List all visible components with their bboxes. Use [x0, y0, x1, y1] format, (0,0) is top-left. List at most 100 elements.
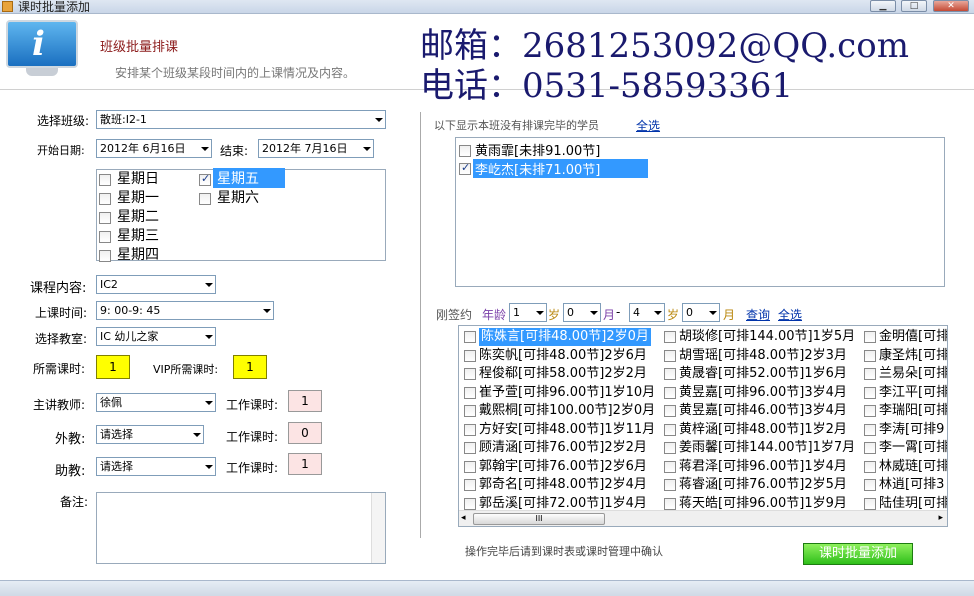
age-label: 年龄: [482, 308, 507, 322]
foreign-work-input[interactable]: 0: [288, 422, 322, 444]
start-date-picker[interactable]: 2012年 6月16日: [96, 139, 212, 158]
weekday-checkbox-sat[interactable]: [199, 193, 211, 205]
class-select[interactable]: 散班:I2-1: [96, 110, 386, 129]
header-subtitle: 安排某个班级某段时间内的上课情况及内容。: [115, 66, 356, 80]
grid-item-label: 黄梓涵[可排48.00节]1岁2月: [679, 421, 847, 437]
grid-item-label: 姜雨馨[可排144.00节]1岁7月: [679, 440, 856, 455]
grid-item-checkbox[interactable]: [864, 479, 876, 491]
foreign-teacher-select[interactable]: 请选择: [96, 425, 204, 444]
assistant-select[interactable]: 请选择: [96, 457, 216, 476]
vip-hours-input[interactable]: 1: [233, 355, 267, 379]
grid-item-checkbox[interactable]: [864, 368, 876, 380]
memo-scrollbar[interactable]: [371, 493, 385, 563]
scrollbar-thumb[interactable]: III: [473, 513, 605, 525]
grid-item-label: 黄昱嘉[可排96.00节]3岁4月: [679, 384, 847, 400]
minimize-button[interactable]: ▁: [870, 0, 896, 12]
grid-item-checkbox[interactable]: [664, 405, 676, 417]
time-value: 9: 00-9: 45: [100, 304, 161, 317]
batch-add-button[interactable]: 课时批量添加: [803, 543, 913, 565]
grid-item-checkbox[interactable]: [864, 497, 876, 510]
age-to-year[interactable]: 4: [629, 303, 665, 322]
grid-item-checkbox[interactable]: [864, 331, 876, 343]
weekday-label: 星期一: [117, 190, 159, 206]
grid-item-checkbox[interactable]: [664, 497, 676, 510]
foreign-teacher-label: 外教:: [55, 432, 86, 447]
grid-item-label: 戴熙桐[可排100.00节]2岁0月: [479, 403, 656, 418]
teacher-select[interactable]: 徐佩: [96, 393, 216, 412]
select-all-link-2[interactable]: 全选: [778, 306, 802, 323]
grid-item-checkbox[interactable]: [464, 460, 476, 473]
close-button[interactable]: ✕: [933, 0, 969, 12]
grid-item-checkbox[interactable]: [664, 460, 676, 473]
query-link[interactable]: 查询: [746, 306, 770, 323]
student-checkbox[interactable]: [459, 145, 471, 157]
student-item[interactable]: 黄雨霏[未排91.00节]: [475, 140, 600, 159]
select-all-link[interactable]: 全选: [636, 117, 660, 134]
grid-item-checkbox[interactable]: [864, 460, 876, 473]
grid-item-checkbox[interactable]: [664, 349, 676, 362]
maximize-button[interactable]: □: [901, 0, 927, 12]
grid-item-checkbox[interactable]: [464, 349, 476, 362]
hours-label: 所需课时:: [33, 362, 86, 376]
weekday-checkbox-tue[interactable]: [99, 212, 111, 224]
weekday-checkbox-wed[interactable]: [99, 231, 111, 243]
grid-item-checkbox[interactable]: [864, 442, 876, 454]
teacher-work-input[interactable]: 1: [288, 390, 322, 412]
memo-label: 备注:: [60, 495, 89, 509]
student-checkbox[interactable]: [459, 161, 471, 175]
app-icon: [2, 1, 13, 12]
weekday-checkbox-mon[interactable]: [99, 193, 111, 205]
grid-item-checkbox[interactable]: [464, 331, 476, 343]
info-logo-icon: i: [6, 20, 78, 78]
grid-item-checkbox[interactable]: [664, 479, 676, 491]
grid-item-checkbox[interactable]: [864, 405, 876, 417]
grid-item-checkbox[interactable]: [664, 423, 676, 436]
age-to-month-value: 0: [686, 306, 693, 319]
grid-item-checkbox[interactable]: [864, 349, 876, 362]
grid-item-checkbox[interactable]: [464, 386, 476, 399]
age-to-month[interactable]: 0: [682, 303, 720, 322]
grid-item-checkbox[interactable]: [664, 368, 676, 380]
class-label: 选择班级:: [37, 114, 90, 128]
horizontal-scrollbar[interactable]: III ◂ ▸: [459, 510, 947, 526]
age-from-year[interactable]: 1: [509, 303, 547, 322]
end-date-picker[interactable]: 2012年 7月16日: [258, 139, 374, 158]
age-from-month[interactable]: 0: [563, 303, 601, 322]
grid-item-checkbox[interactable]: [464, 479, 476, 491]
chevron-down-icon: [258, 302, 273, 319]
room-value: IC 幼儿之家: [100, 330, 159, 343]
weekday-checkbox-thu[interactable]: [99, 250, 111, 262]
grid-item-checkbox[interactable]: [664, 386, 676, 399]
grid-item-checkbox[interactable]: [864, 423, 876, 436]
student-item-selected[interactable]: 李屹杰[未排71.00节]: [473, 159, 649, 178]
grid-item-checkbox[interactable]: [464, 368, 476, 380]
weekday-label: 星期四: [117, 247, 159, 263]
assistant-label: 助教:: [55, 464, 86, 479]
grid-item-label: 林逍[可排3: [879, 477, 945, 492]
student-grid: 陈姝言[可排48.00节]2岁0月 陈奕帆[可排48.00节]2岁6月 程俊郗[可排…: [458, 325, 948, 527]
grid-item-label: 胡琰修[可排144.00节]1岁5月: [679, 329, 856, 344]
grid-item-checkbox[interactable]: [464, 423, 476, 436]
grid-item-checkbox[interactable]: [464, 442, 476, 454]
chevron-down-icon: [370, 111, 385, 128]
course-select[interactable]: IC2: [96, 275, 216, 294]
room-select[interactable]: IC 幼儿之家: [96, 327, 216, 346]
grid-item-checkbox[interactable]: [664, 442, 676, 454]
weekday-checkbox-fri[interactable]: [199, 172, 211, 186]
grid-item-label: 崔予萱[可排96.00节]1岁10月: [479, 384, 656, 400]
end-date-label: 结束:: [220, 144, 249, 158]
grid-item-checkbox[interactable]: [664, 331, 676, 343]
weekday-checkbox-sun[interactable]: [99, 174, 111, 186]
grid-item-label: 陈奕帆[可排48.00节]2岁6月: [479, 347, 647, 363]
memo-textarea[interactable]: [96, 492, 386, 564]
time-select[interactable]: 9: 00-9: 45: [96, 301, 274, 320]
grid-item-checkbox[interactable]: [864, 386, 876, 399]
assistant-work-input[interactable]: 1: [288, 453, 322, 475]
grid-item-label: 顾清涵[可排76.00节]2岁2月: [479, 440, 647, 455]
hours-input[interactable]: 1: [96, 355, 130, 379]
grid-item-checkbox[interactable]: [464, 405, 476, 417]
assistant-value: 请选择: [100, 460, 133, 473]
grid-item-checkbox[interactable]: [464, 497, 476, 510]
scroll-right-icon[interactable]: ▸: [938, 513, 943, 523]
scroll-left-icon[interactable]: ◂: [461, 513, 466, 523]
